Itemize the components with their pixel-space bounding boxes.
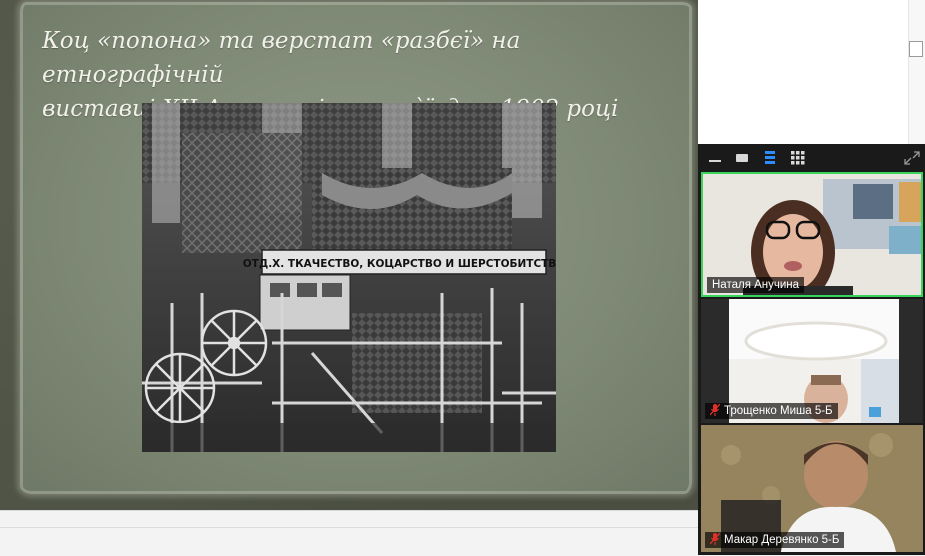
minimize-icon[interactable] <box>707 151 723 165</box>
status-bar-divider <box>0 527 698 528</box>
participant-tile-3[interactable]: Макар Деревянко 5-Б <box>701 425 923 552</box>
video-small-icon[interactable] <box>734 151 750 165</box>
participant-name-3: Макар Деревянко 5-Б <box>705 532 845 548</box>
gallery-grid-icon[interactable] <box>790 151 806 165</box>
slide-title-line-1: Коц «попона» та верстат «разбєї» на етно… <box>42 28 521 88</box>
strip-view-icon[interactable] <box>762 151 778 165</box>
participant-tile-2[interactable]: Трощенко Миша 5-Б <box>701 299 923 423</box>
participant-name-3-text: Макар Деревянко 5-Б <box>724 534 840 546</box>
participant-name-2: Трощенко Миша 5-Б <box>705 403 838 419</box>
photo-sign-text: ОТД.Х. ТКАЧЕСТВО, КОЦАРСТВО И ШЕРСТОБИТС… <box>243 258 556 270</box>
shared-slide: Коц «попона» та верстат «разбєї» на етно… <box>0 0 698 510</box>
side-checkbox[interactable] <box>909 41 923 57</box>
microphone-muted-icon <box>710 404 720 416</box>
microphone-muted-icon <box>710 533 720 545</box>
expand-icon[interactable] <box>904 151 920 165</box>
scrollbar[interactable] <box>908 0 925 144</box>
side-panel-blank <box>698 0 925 144</box>
video-panel-toolbar <box>698 144 925 172</box>
exhibition-photo-drawing: ОТД.Х. ТКАЧЕСТВО, КОЦАРСТВО И ШЕРСТОБИТС… <box>142 103 556 452</box>
participant-name-1: Наталя Анучина <box>707 277 805 293</box>
video-panel: Наталя Анучина Трощенко Миша 5-Б Макар Д… <box>698 144 925 555</box>
historic-exhibition-photo: ОТД.Х. ТКАЧЕСТВО, КОЦАРСТВО И ШЕРСТОБИТС… <box>142 103 556 452</box>
presentation-status-bar <box>0 510 698 556</box>
participant-tile-1[interactable]: Наталя Анучина <box>701 172 923 297</box>
participant-name-2-text: Трощенко Миша 5-Б <box>724 405 833 417</box>
